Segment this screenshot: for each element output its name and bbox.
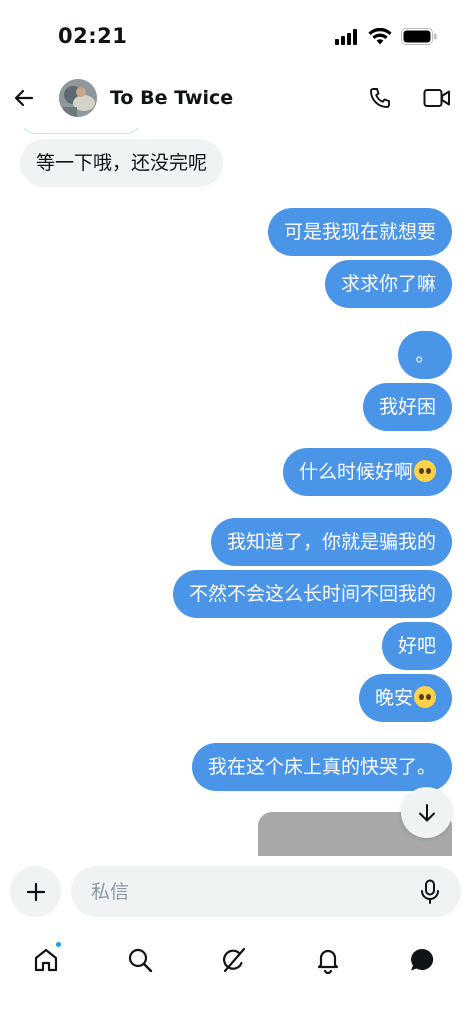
add-attachment-button[interactable]	[10, 866, 61, 917]
message-bubble-outgoing[interactable]: 什么时候好啊	[282, 448, 452, 496]
wifi-icon	[368, 27, 392, 49]
message-list[interactable]: 等一下哦，还没完呢 可是我现在就想要 求求你了嘛 。 我好困 什么时候好啊 我知…	[0, 112, 471, 856]
scroll-to-bottom-button[interactable]	[401, 787, 452, 838]
pleading-face-emoji	[414, 686, 436, 708]
status-bar: 02:21	[0, 0, 471, 70]
status-icons	[335, 27, 437, 49]
conversation-header: To Be Twice	[0, 70, 471, 128]
message-bubble-outgoing[interactable]: 我在这个床上真的快哭了。	[191, 743, 452, 791]
message-composer	[0, 856, 471, 928]
message-text: 等一下哦，还没完呢	[36, 152, 208, 174]
arrow-left-icon	[14, 89, 34, 107]
avatar-photo	[59, 79, 97, 117]
message-bubble-outgoing[interactable]: 晚安	[358, 674, 452, 722]
message-bubble-outgoing[interactable]: 可是我现在就想要	[267, 208, 452, 256]
voice-message-button[interactable]	[417, 878, 443, 906]
cellular-signal-icon	[335, 28, 359, 49]
home-icon	[34, 948, 58, 972]
message-text: 我知道了，你就是骗我的	[226, 531, 436, 553]
pleading-face-emoji	[414, 460, 436, 482]
message-bubble-outgoing[interactable]: 不然不会这么长时间不回我的	[172, 570, 452, 618]
message-text: 我在这个床上真的快哭了。	[207, 756, 436, 778]
video-call-button[interactable]	[422, 84, 452, 112]
message-bubble-outgoing[interactable]: 我好困	[362, 383, 452, 431]
message-bubble-outgoing[interactable]: 好吧	[381, 622, 452, 670]
bell-icon	[317, 949, 339, 974]
call-button[interactable]	[366, 84, 394, 112]
message-bubble-incoming[interactable]: 等一下哦，还没完呢	[20, 139, 224, 187]
notification-dot	[55, 941, 62, 948]
phone-icon	[370, 88, 390, 108]
message-text: 我好困	[378, 396, 436, 418]
message-text: 晚安	[374, 687, 413, 709]
nav-home[interactable]	[26, 940, 66, 980]
message-text: 求求你了嘛	[340, 273, 436, 295]
bottom-navigation	[0, 928, 471, 1024]
chat-title[interactable]: To Be Twice	[110, 87, 233, 109]
message-bubble-outgoing[interactable]: 我知道了，你就是骗我的	[210, 518, 452, 566]
status-time: 02:21	[58, 24, 128, 48]
message-text: 可是我现在就想要	[283, 221, 436, 243]
plus-icon	[26, 882, 45, 901]
message-input[interactable]	[91, 866, 391, 917]
video-camera-icon	[423, 89, 450, 107]
arrow-down-icon	[418, 803, 435, 821]
nav-search[interactable]	[120, 940, 160, 980]
avatar[interactable]	[59, 79, 97, 117]
message-text: 不然不会这么长时间不回我的	[188, 583, 436, 605]
nav-notifications[interactable]	[308, 940, 348, 980]
messages-icon	[411, 948, 434, 971]
message-text: 。	[415, 344, 435, 366]
message-text: 什么时候好啊	[298, 461, 413, 483]
back-button[interactable]	[10, 84, 38, 112]
search-icon	[128, 948, 153, 973]
battery-icon	[401, 28, 437, 49]
grok-icon	[223, 947, 246, 973]
nav-grok[interactable]	[214, 940, 254, 980]
microphone-icon	[421, 879, 439, 904]
message-bubble-outgoing[interactable]: 。	[398, 331, 452, 379]
nav-messages[interactable]	[402, 940, 442, 980]
message-input-container	[71, 866, 461, 917]
message-text: 好吧	[397, 635, 436, 657]
message-bubble-outgoing[interactable]: 求求你了嘛	[324, 260, 452, 308]
